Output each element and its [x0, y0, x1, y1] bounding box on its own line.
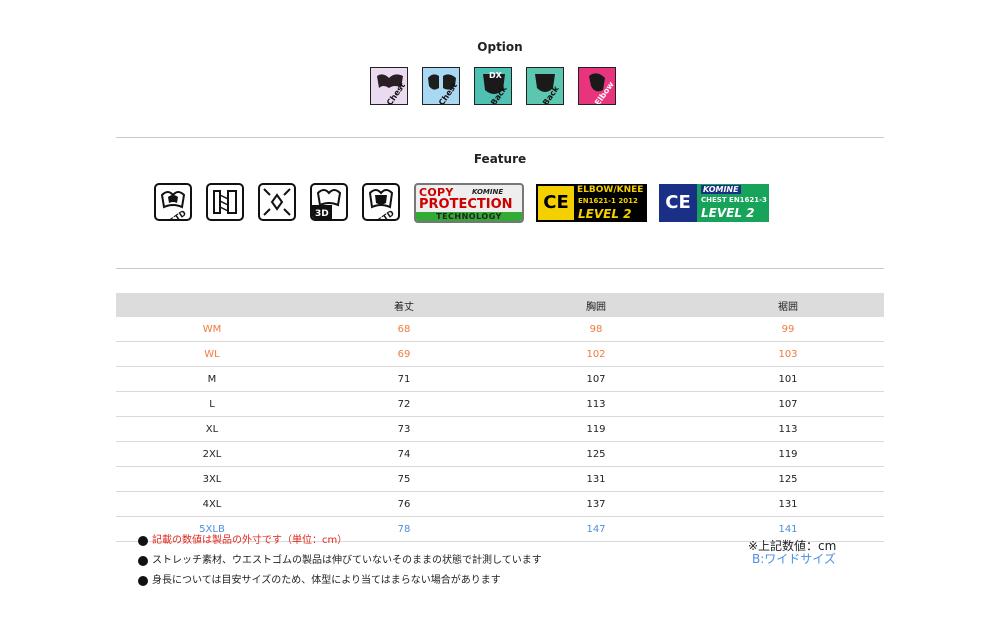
- table-row: 3XL 75 131 125: [116, 466, 884, 492]
- chest-cell: 107: [500, 366, 692, 392]
- note-stretch: ストレッチ素材、ウエストゴムの製品は伸びていないそのままの状態で計測しています: [138, 553, 542, 573]
- size-cell: L: [116, 391, 308, 417]
- chest-brand: KOMINE: [701, 185, 741, 194]
- komine-brand: KOMINE: [472, 188, 504, 196]
- bullet-icon: [138, 536, 148, 546]
- ce-mark: CE: [538, 186, 574, 220]
- chest-cell: 119: [500, 416, 692, 442]
- technology-text: TECHNOLOGY: [416, 212, 522, 221]
- table-row: 2XL 74 125 119: [116, 441, 884, 467]
- chest-level: LEVEL 2: [701, 206, 755, 220]
- elbow-pad-icon: Elbow: [578, 67, 616, 105]
- chest-cell: 125: [500, 441, 692, 467]
- length-cell: 76: [308, 491, 500, 517]
- size-cell: 2XL: [116, 441, 308, 467]
- length-cell: 68: [308, 317, 500, 342]
- size-cell: M: [116, 366, 308, 392]
- hem-cell: 99: [692, 317, 884, 342]
- table-row: WL 69 102 103: [116, 341, 884, 367]
- protection-text: PROTECTION: [419, 197, 513, 212]
- length-cell: 72: [308, 391, 500, 417]
- divider-feature: [116, 268, 884, 269]
- fit-adjust-icon: [258, 183, 296, 221]
- stretch-fabric-icon: [206, 183, 244, 221]
- hem-cell: 113: [692, 416, 884, 442]
- back-pad-icon: Back: [526, 67, 564, 105]
- length-cell: 74: [308, 441, 500, 467]
- length-cell: 69: [308, 341, 500, 367]
- size-table: 着丈 胸囲 裾囲 WM 68 98 99 WL 69 102 103 M 71 …: [116, 293, 884, 542]
- copy-protection-badge: COPY KOMINE PROTECTION TECHNOLOGY: [414, 183, 524, 223]
- dx-badge: DX: [489, 71, 502, 80]
- table-row: 4XL 76 137 131: [116, 491, 884, 517]
- chest-pad-icon: Chest: [370, 67, 408, 105]
- length-cell: 73: [308, 416, 500, 442]
- std-back-protector-icon: STD: [362, 183, 400, 221]
- hem-cell: 107: [692, 391, 884, 417]
- note-height: 身長については目安サイズのため、体型により当てはまらない場合があります: [138, 573, 542, 593]
- ce-chest-badge: CE KOMINE CHEST EN1621-3 LEVEL 2: [659, 184, 769, 222]
- chest-cell: 102: [500, 341, 692, 367]
- chest-cell: 98: [500, 317, 692, 342]
- header-length: 着丈: [308, 293, 500, 317]
- chest-cell: 137: [500, 491, 692, 517]
- svg-text:3D: 3D: [315, 209, 329, 219]
- std-chest-protector-icon: STD: [154, 183, 192, 221]
- hem-cell: 103: [692, 341, 884, 367]
- length-cell: 71: [308, 366, 500, 392]
- note-text: 身長については目安サイズのため、体型により当てはまらない場合があります: [152, 575, 501, 586]
- chest-cell: 113: [500, 391, 692, 417]
- notes-list: 記載の数値は製品の外寸です（単位：cm） ストレッチ素材、ウエストゴムの製品は伸…: [138, 533, 542, 593]
- size-cell: XL: [116, 416, 308, 442]
- table-row: L 72 113 107: [116, 391, 884, 417]
- chest-pad-blue-icon: Chest: [422, 67, 460, 105]
- elbow-knee-level: LEVEL 2: [578, 207, 632, 221]
- table-row: XL 73 119 113: [116, 416, 884, 442]
- option-title: Option: [477, 40, 523, 54]
- feature-title: Feature: [473, 152, 527, 166]
- header-chest: 胸囲: [500, 293, 692, 317]
- wide-size-note: B:ワイドサイズ: [752, 552, 836, 566]
- dx-back-pad-icon: DX Back: [474, 67, 512, 105]
- note-text: ストレッチ素材、ウエストゴムの製品は伸びていないそのままの状態で計測しています: [152, 555, 542, 566]
- note-text: 記載の数値は製品の外寸です（単位：cm）: [152, 535, 348, 546]
- header-hem: 裾囲: [692, 293, 884, 317]
- length-cell: 75: [308, 466, 500, 492]
- hem-cell: 131: [692, 491, 884, 517]
- size-cell: 4XL: [116, 491, 308, 517]
- divider-option: [116, 137, 884, 138]
- ce-mark-chest: CE: [659, 184, 697, 222]
- hem-cell: 125: [692, 466, 884, 492]
- size-cell: WL: [116, 341, 308, 367]
- header-size: [116, 293, 308, 317]
- table-row: M 71 107 101: [116, 366, 884, 392]
- table-row: WM 68 98 99: [116, 317, 884, 342]
- size-cell: WM: [116, 317, 308, 342]
- bullet-icon: [138, 576, 148, 586]
- note-measurement: 記載の数値は製品の外寸です（単位：cm）: [138, 533, 542, 553]
- ce-elbow-knee-badge: CE ELBOW/KNEE EN1621-1 2012 LEVEL 2: [536, 184, 647, 222]
- table-header-row: 着丈 胸囲 裾囲: [116, 293, 884, 317]
- hem-cell: 101: [692, 366, 884, 392]
- hem-cell: 119: [692, 441, 884, 467]
- size-cell: 3XL: [116, 466, 308, 492]
- chest-cell: 131: [500, 466, 692, 492]
- elbow-knee-title: ELBOW/KNEE: [577, 185, 644, 195]
- chest-standard: CHEST EN1621-3: [701, 196, 767, 204]
- 3d-pattern-icon: 3D: [310, 183, 348, 221]
- bullet-icon: [138, 556, 148, 566]
- elbow-knee-standard: EN1621-1 2012: [578, 197, 638, 205]
